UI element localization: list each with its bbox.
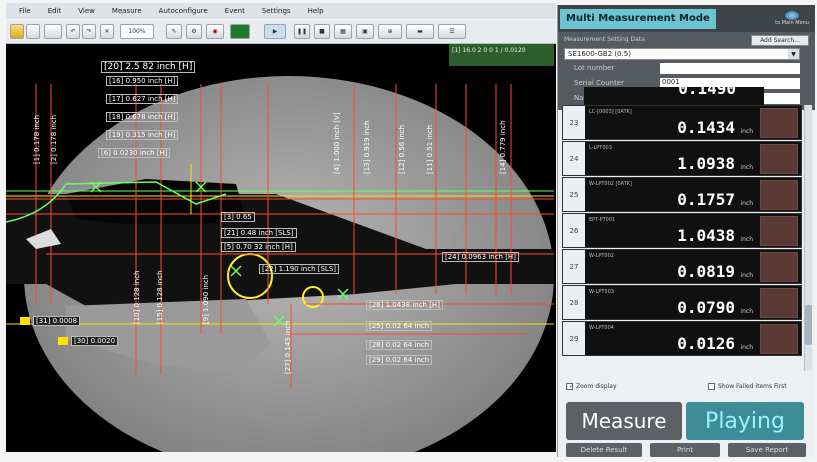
checkbox-checked-icon: ✓ bbox=[566, 383, 574, 390]
dim-label-30[interactable]: [30] 0.0020 bbox=[58, 336, 119, 346]
dim-vlabel-9[interactable]: [9] 1.090 inch bbox=[202, 275, 210, 324]
add-search-button[interactable]: Add Search... bbox=[751, 35, 809, 46]
menu-measure[interactable]: Measure bbox=[112, 7, 142, 15]
thumbnail bbox=[760, 107, 798, 138]
dim-label-26[interactable]: [26] 1.0438 inch [H] bbox=[366, 300, 443, 310]
thumbnail bbox=[760, 215, 798, 246]
save-report-button[interactable]: Save Report bbox=[728, 443, 806, 457]
dim-label-20[interactable]: [20] 2.5 82 inch [H] bbox=[101, 61, 196, 73]
menu-edit[interactable]: Edit bbox=[48, 7, 62, 15]
field-lot-input[interactable] bbox=[660, 63, 800, 74]
image-icon[interactable]: ▣ bbox=[356, 24, 374, 39]
list-item[interactable]: 25 W-LPT002 [0ATK] 0.1757 inch bbox=[562, 177, 802, 212]
dim-vlabel-10[interactable]: [10] 0.128 inch bbox=[133, 270, 141, 324]
redo-icon[interactable]: ↷ bbox=[82, 24, 96, 39]
menu-event[interactable]: Event bbox=[225, 7, 245, 15]
save-icon[interactable] bbox=[26, 24, 40, 39]
dim-label-18[interactable]: [18] 0.678 inch [H] bbox=[106, 112, 179, 122]
dim-label-3[interactable]: [3] 0.65 bbox=[221, 212, 255, 222]
dim-label-21[interactable]: [21] 0.48 inch [SLS] bbox=[221, 228, 297, 238]
dim-vlabel-2[interactable]: [2] 0.178 inch bbox=[50, 115, 58, 164]
dim-label-29[interactable]: [29] 0.02 64 inch bbox=[366, 355, 433, 365]
edit-icon[interactable]: ✎ bbox=[166, 24, 182, 39]
dim-label-16[interactable]: [16] 0.950 inch [H] bbox=[106, 76, 179, 86]
measure-button[interactable]: Measure bbox=[566, 402, 682, 440]
pause-icon[interactable]: ❚❚ bbox=[294, 24, 310, 39]
list-item[interactable]: 27 W-LPT002 0.0819 inch bbox=[562, 249, 802, 284]
thumbnail bbox=[760, 251, 798, 282]
panel-titlebar: Multi Measurement Mode to Main Menu bbox=[558, 5, 815, 32]
setting-title: Measurement Setting Data bbox=[564, 36, 645, 43]
thumbnail bbox=[760, 287, 798, 318]
thumbnail bbox=[760, 323, 798, 354]
menu-file[interactable]: File bbox=[19, 7, 31, 15]
camera-icon[interactable]: ◉ bbox=[206, 24, 224, 39]
menu-bar: File Edit View Measure Autoconfigure Eve… bbox=[6, 3, 556, 19]
list-item[interactable]: 28 W-LPT003 0.0790 inch bbox=[562, 285, 802, 320]
list-item[interactable]: 29 W-LPT004 0.0126 inch bbox=[562, 321, 802, 356]
toolbar: ↶ ↷ ✕ 100% ✎ ⚙ ◉ ▶ ❚❚ ■ ▦ ▣ ⊕ ▬ ☰ bbox=[6, 20, 556, 44]
stop-icon[interactable]: ■ bbox=[314, 24, 330, 39]
field-serial-label: Serial Counter bbox=[574, 79, 625, 87]
thumbnail bbox=[760, 179, 798, 210]
measurement-canvas[interactable]: [1] 16.0 2 0 0 1 / 0.0120 [20] 2.5 82 in… bbox=[6, 44, 556, 452]
dim-vlabel-14[interactable]: [14] 0.779 inch bbox=[499, 120, 507, 174]
dim-label-24[interactable]: [24] 0.0963 inch [H] bbox=[442, 252, 519, 262]
print-button[interactable]: Print bbox=[650, 443, 720, 457]
dim-vlabel-13[interactable]: [13] 0.919 inch bbox=[363, 120, 371, 174]
dim-label-31[interactable]: [31] 0.0008 bbox=[20, 316, 81, 326]
dim-label-19[interactable]: [19] 0.315 inch [H] bbox=[106, 130, 179, 140]
main-menu-button[interactable]: to Main Menu bbox=[775, 11, 809, 26]
zoom-display-checkbox[interactable]: ✓ Zoom display bbox=[566, 383, 617, 390]
list-item[interactable]: 26 EPT-PT001 1.0438 inch bbox=[562, 213, 802, 248]
scrollbar-thumb[interactable] bbox=[805, 305, 812, 345]
playing-button[interactable]: Playing bbox=[686, 402, 804, 440]
dim-vlabel-4[interactable]: [4] 1.000 inch [V] bbox=[333, 112, 341, 174]
setting-select[interactable]: SE1600-GB2 (0.5) ▼ bbox=[564, 48, 800, 60]
dim-label-28[interactable]: [28] 0.02 64 inch bbox=[366, 340, 433, 350]
menu-view[interactable]: View bbox=[78, 7, 95, 15]
delete-icon[interactable]: ✕ bbox=[100, 24, 114, 39]
grid-icon[interactable]: ▦ bbox=[334, 24, 352, 39]
dim-label-17[interactable]: [17] 0.627 inch [H] bbox=[106, 94, 179, 104]
results-scrollbar[interactable] bbox=[804, 105, 812, 371]
readout-text: [1] 16.0 2 0 0 1 / 0.0120 bbox=[452, 47, 526, 54]
mode-title: Multi Measurement Mode bbox=[560, 8, 716, 29]
dim-vlabel-27[interactable]: [27] 0.143 inch bbox=[284, 320, 292, 374]
home-icon bbox=[785, 11, 800, 20]
thumbnail bbox=[760, 143, 798, 174]
dim-vlabel-15[interactable]: [15] 0.128 inch bbox=[156, 270, 164, 324]
dim-label-6[interactable]: [6] 0.0230 inch [H] bbox=[98, 148, 171, 158]
dim-label-5[interactable]: [5] 0.70 32 inch [H] bbox=[221, 242, 296, 252]
checkbox-icon bbox=[708, 383, 715, 390]
menu-help[interactable]: Help bbox=[308, 7, 324, 15]
list-item[interactable]: 24 L-LPT003 1.0938 inch bbox=[562, 141, 802, 176]
dim-vlabel-1[interactable]: [1] 0.178 inch bbox=[33, 115, 41, 164]
crosshair-icon[interactable]: ⊕ bbox=[378, 24, 402, 39]
chevron-down-icon: ▼ bbox=[788, 49, 799, 59]
show-failed-checkbox[interactable]: Show Failed items First bbox=[708, 383, 787, 390]
dim-label-22[interactable]: [22] 1.190 inch [SLS] bbox=[259, 264, 339, 274]
menu-autoconfigure[interactable]: Autoconfigure bbox=[159, 7, 208, 15]
dim-vlabel-11[interactable]: [11] 0.51 inch bbox=[426, 125, 434, 174]
open-icon[interactable] bbox=[10, 24, 24, 39]
dim-vlabel-12[interactable]: [12] 0.56 inch bbox=[398, 125, 406, 174]
print-icon[interactable] bbox=[44, 24, 62, 39]
monitor-icon[interactable] bbox=[230, 24, 250, 39]
list-item[interactable]: 23 LC-[0003] [0ATK] 0.1434 inch bbox=[562, 105, 802, 140]
dim-label-25[interactable]: [25] 0.02 64 inch bbox=[366, 321, 433, 331]
tool-icon[interactable]: ⚙ bbox=[186, 24, 202, 39]
field-lot-label: Lot number bbox=[574, 64, 615, 72]
multi-measurement-panel: Multi Measurement Mode to Main Menu Meas… bbox=[557, 5, 815, 457]
menu-settings[interactable]: Settings bbox=[262, 7, 291, 15]
bar-icon[interactable]: ▬ bbox=[406, 24, 434, 39]
zoom-select[interactable]: 100% bbox=[120, 24, 154, 39]
list-icon[interactable]: ☰ bbox=[438, 24, 466, 39]
undo-icon[interactable]: ↶ bbox=[66, 24, 80, 39]
delete-result-button[interactable]: Delete Result bbox=[566, 443, 642, 457]
results-list[interactable]: 23 LC-[0003] [0ATK] 0.1434 inch 24 L-LPT00… bbox=[562, 105, 802, 371]
play-icon[interactable]: ▶ bbox=[264, 24, 286, 39]
partial-row: 0.1490 bbox=[584, 87, 764, 105]
